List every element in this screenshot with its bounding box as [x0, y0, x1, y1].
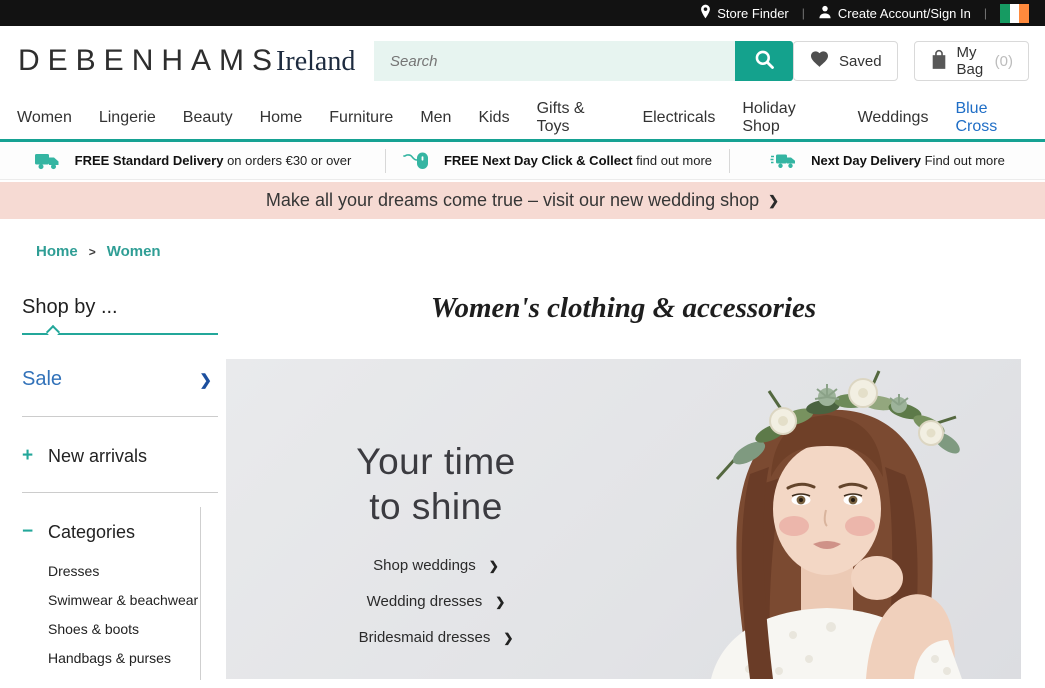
- primary-nav: Women Lingerie Beauty Home Furniture Men Kids G…: [0, 96, 1045, 142]
- delivery-offer-text: FREE Standard Delivery on orders €30 or …: [74, 153, 352, 168]
- nav-item-men[interactable]: Men: [420, 109, 451, 127]
- hero-title: Your time to shine: [226, 439, 646, 529]
- section-label: Categories: [48, 521, 136, 542]
- page-title: Women's clothing & accessories: [430, 292, 817, 324]
- sidebar-item-sale[interactable]: Sale ❯: [22, 368, 212, 391]
- delivery-offer-text: FREE Next Day Click & Collect find out m…: [443, 153, 713, 168]
- nav-item-kids[interactable]: Kids: [478, 109, 509, 127]
- hero-link-bridesmaid-dresses[interactable]: Bridesmaid dresses ❯: [359, 629, 514, 646]
- section-label: New arrivals: [48, 445, 148, 466]
- shop-by-underline: [22, 333, 218, 335]
- hero-title-line1: Your time: [356, 441, 516, 482]
- hero-links: Shop weddings ❯ Wedding dresses ❯ Bridesmaid…: [226, 557, 646, 646]
- nav-item-blue-cross[interactable]: Blue Cross: [955, 100, 1028, 136]
- saved-button[interactable]: Saved: [793, 41, 898, 81]
- account-sign-in-link[interactable]: Create Account/Sign In: [818, 5, 971, 22]
- nav-item-holiday-shop[interactable]: Holiday Shop: [742, 100, 830, 136]
- search-icon: [754, 49, 775, 73]
- computer-mouse-icon: [403, 151, 430, 170]
- nav-item-beauty[interactable]: Beauty: [183, 109, 233, 127]
- nav-item-furniture[interactable]: Furniture: [329, 109, 393, 127]
- sidebar-divider: [200, 507, 201, 680]
- search-bar: [374, 41, 793, 81]
- content: Shop by ... Sale ❯ + New arrivals − Cate…: [0, 260, 1045, 680]
- nav-item-home[interactable]: Home: [260, 109, 303, 127]
- person-icon: [818, 5, 832, 22]
- hero-bride-photo: [711, 370, 962, 679]
- store-finder-label: Store Finder: [717, 5, 789, 21]
- chevron-right-icon: ❯: [495, 594, 506, 609]
- header-actions: Saved My Bag (0): [793, 41, 1029, 81]
- category-item-shoes-boots[interactable]: Shoes & boots: [48, 621, 222, 637]
- breadcrumb: Home > Women: [36, 243, 1045, 260]
- location-pin-icon: [700, 4, 711, 22]
- shop-by-title: Shop by ...: [22, 296, 118, 318]
- hero-title-line2: to shine: [369, 486, 503, 527]
- sidebar-section-categories[interactable]: − Categories: [22, 521, 222, 543]
- sidebar-rule: [22, 492, 218, 493]
- topbar-divider: |: [801, 6, 805, 20]
- hero-link-wedding-dresses[interactable]: Wedding dresses ❯: [367, 593, 506, 610]
- header: DEBENHAMS Ireland Saved My Bag (0): [0, 26, 1045, 96]
- chevron-right-icon: ❯: [199, 371, 212, 389]
- hero-link-label: Wedding dresses: [366, 593, 483, 610]
- breadcrumb-home[interactable]: Home: [36, 243, 78, 260]
- debenhams-logo[interactable]: DEBENHAMS Ireland: [18, 44, 374, 78]
- my-bag-label: My Bag: [956, 44, 984, 78]
- my-bag-button[interactable]: My Bag (0): [913, 41, 1029, 81]
- delivery-offer-next-day-delivery[interactable]: Next Day Delivery Find out more: [730, 142, 1045, 179]
- sidebar-section-new-arrivals[interactable]: + New arrivals: [22, 445, 222, 467]
- ireland-flag-icon[interactable]: [1000, 3, 1029, 23]
- sale-label: Sale: [22, 368, 63, 390]
- logo-wordmark: DEBENHAMS: [18, 44, 281, 77]
- hero-link-shop-weddings[interactable]: Shop weddings ❯: [373, 557, 499, 574]
- nav-item-gifts-toys[interactable]: Gifts & Toys: [537, 100, 616, 136]
- category-item-handbags-purses[interactable]: Handbags & purses: [48, 650, 222, 666]
- delivery-bar: FREE Standard Delivery on orders €30 or …: [0, 142, 1045, 180]
- category-list: Dresses Swimwear & beachwear Shoes & boots…: [48, 563, 222, 666]
- delivery-offer-free-standard-delivery[interactable]: FREE Standard Delivery on orders €30 or …: [0, 142, 385, 179]
- store-finder-link[interactable]: Store Finder: [700, 4, 789, 22]
- bag-count: (0): [994, 52, 1013, 70]
- delivery-offer-text: Next Day Delivery Find out more: [811, 153, 1005, 168]
- search-button[interactable]: [735, 41, 793, 81]
- collapse-minus-icon: −: [22, 521, 34, 542]
- logo-country: Ireland: [276, 46, 356, 77]
- topbar: Store Finder | Create Account/Sign In |: [0, 0, 1045, 26]
- hero-copy: Your time to shine Shop weddings ❯ Wedding…: [226, 439, 646, 646]
- chevron-right-icon: ❯: [488, 558, 499, 573]
- chevron-right-icon: ❯: [503, 630, 514, 645]
- breadcrumb-women[interactable]: Women: [107, 243, 161, 260]
- wedding-hero-banner[interactable]: Your time to shine Shop weddings ❯ Wedding…: [226, 359, 1021, 679]
- chevron-right-icon: ❯: [768, 192, 780, 208]
- expand-plus-icon: +: [22, 445, 34, 466]
- nav-item-women[interactable]: Women: [17, 109, 72, 127]
- category-item-dresses[interactable]: Dresses: [48, 563, 222, 579]
- search-input[interactable]: [374, 41, 735, 81]
- category-item-swimwear-beachwear[interactable]: Swimwear & beachwear: [48, 592, 222, 608]
- nav-item-lingerie[interactable]: Lingerie: [99, 109, 156, 127]
- hero-link-label: Shop weddings: [373, 557, 476, 574]
- sidebar: Shop by ... Sale ❯ + New arrivals − Cate…: [22, 260, 222, 679]
- wedding-promo-banner[interactable]: Make all your dreams come true – visit o…: [0, 182, 1045, 219]
- delivery-truck-icon: [34, 152, 61, 170]
- account-label: Create Account/Sign In: [837, 5, 971, 21]
- nav-item-weddings[interactable]: Weddings: [858, 109, 929, 127]
- delivery-offer-free-next-day-click-collect[interactable]: FREE Next Day Click & Collect find out m…: [386, 142, 729, 179]
- breadcrumb-separator: >: [88, 244, 96, 259]
- nav-item-electricals[interactable]: Electricals: [642, 109, 715, 127]
- express-truck-icon: [770, 153, 797, 169]
- saved-label: Saved: [839, 52, 882, 70]
- promo-text: Make all your dreams come true – visit o…: [265, 190, 760, 210]
- heart-icon: [809, 50, 830, 72]
- topbar-divider: |: [983, 6, 987, 20]
- main: Women's clothing & accessories Your time…: [222, 260, 1045, 679]
- sidebar-rule: [22, 416, 218, 417]
- hero-link-label: Bridesmaid dresses: [358, 629, 491, 646]
- shopping-bag-icon: [930, 48, 948, 75]
